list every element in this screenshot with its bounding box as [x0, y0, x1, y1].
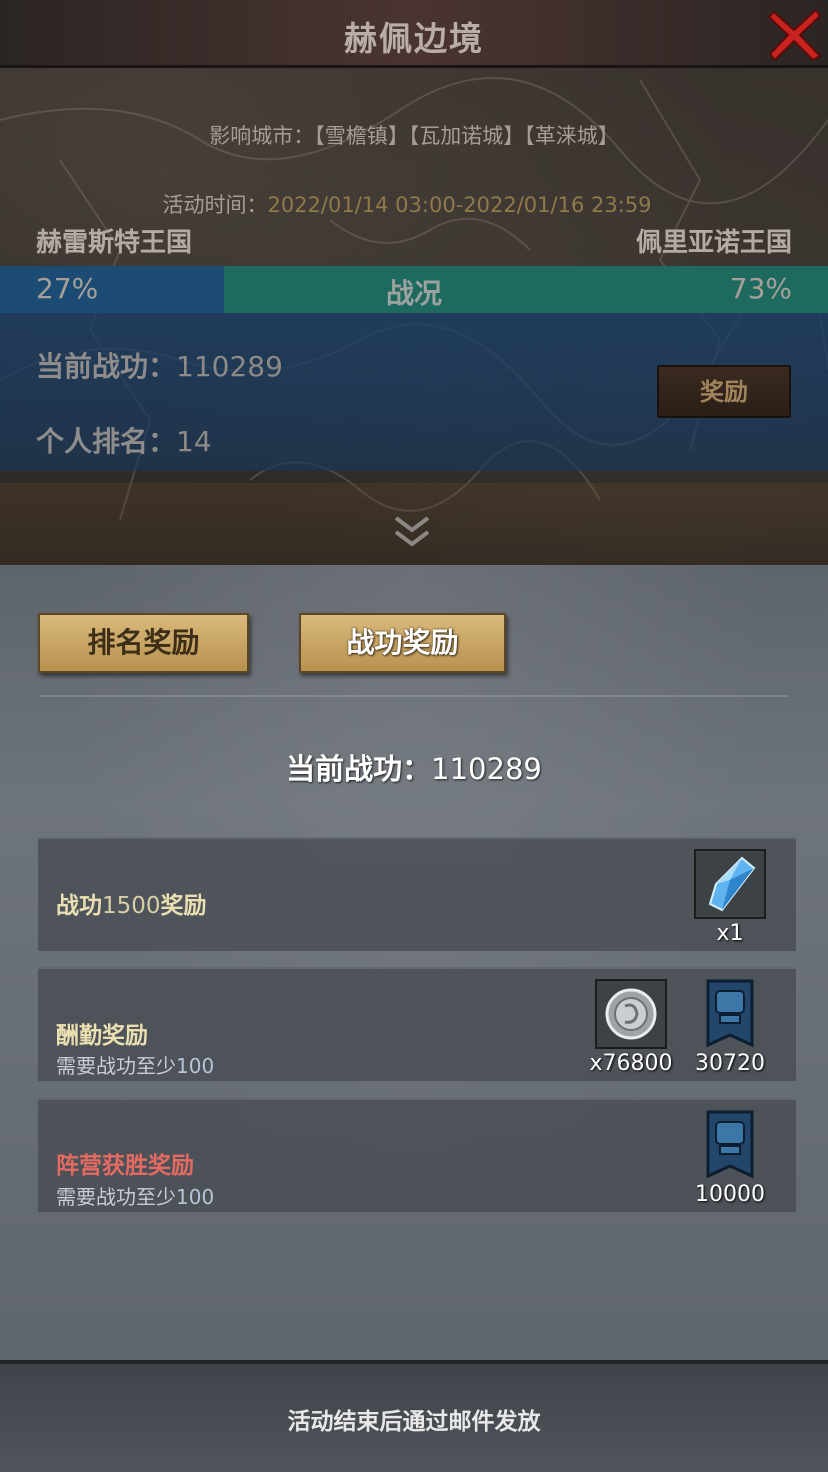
banner-icon	[694, 1110, 766, 1180]
time-label: 活动时间：	[162, 193, 268, 217]
personal-rank-stat: 个人排名：14	[36, 420, 212, 460]
reward-panel: 排名奖励 战功奖励 当前战功：110289 战功1500奖励 x1 酬勤奖励 需…	[0, 565, 828, 1360]
reward-item-banner[interactable]: 30720	[694, 979, 766, 1076]
reward-row-diligence: 酬勤奖励 需要战功至少100 x76800 30720	[38, 967, 796, 1081]
panel-current-merit: 当前战功：110289	[0, 746, 828, 788]
reward-item-banner[interactable]: 10000	[694, 1110, 766, 1207]
rank-label: 个人排名：	[36, 425, 177, 458]
reward-row-merit-1500: 战功1500奖励 x1	[38, 837, 796, 951]
cities-label: 影响城市：	[209, 124, 315, 148]
title-bar: 赫佩边境	[0, 0, 828, 68]
row-title-number: 1500	[102, 893, 161, 919]
reward-item-silver-coin[interactable]: x76800	[589, 979, 673, 1076]
close-button[interactable]	[760, 0, 828, 68]
requirement-prefix: 需要战功至少	[56, 1185, 176, 1209]
map-panel: 赫佩边境 影响城市：【雪檐镇】【瓦加诺城】【革涞城】 活动时间：2022/01/…	[0, 0, 828, 565]
item-count: 10000	[695, 1182, 765, 1207]
reward-row-faction-victory: 阵营获胜奖励 需要战功至少100 10000	[38, 1098, 796, 1212]
item-count: x1	[716, 921, 744, 946]
tab-rank-rewards[interactable]: 排名奖励	[38, 613, 249, 673]
row-title-suffix: 奖励	[160, 893, 207, 919]
close-icon	[767, 8, 822, 62]
merit-value: 110289	[176, 350, 283, 383]
row-title-prefix: 战功	[56, 893, 102, 919]
requirement-number: 100	[176, 1054, 215, 1078]
affected-cities: 影响城市：【雪檐镇】【瓦加诺城】【革涞城】	[0, 120, 828, 150]
rank-value: 14	[176, 425, 212, 458]
reward-item-crystal[interactable]: x1	[694, 849, 766, 946]
item-count: 30720	[695, 1051, 765, 1076]
requirement-number: 100	[176, 1185, 215, 1209]
panel-merit-value: 110289	[431, 752, 542, 786]
war-progress-bar: 27% 战况 73%	[0, 266, 828, 313]
cities-value: 【雪檐镇】【瓦加诺城】【革涞城】	[314, 124, 619, 148]
row-title: 酬勤奖励	[56, 1023, 148, 1049]
item-count: x76800	[589, 1051, 673, 1076]
crystal-icon	[694, 849, 766, 919]
reward-button[interactable]: 奖励	[657, 365, 791, 418]
row-requirement: 需要战功至少100	[56, 1181, 214, 1210]
merit-label: 当前战功：	[36, 350, 177, 383]
row-title: 战功1500奖励	[56, 886, 207, 920]
requirement-prefix: 需要战功至少	[56, 1054, 176, 1078]
footer-note: 活动结束后通过邮件发放	[287, 1409, 541, 1435]
page-title: 赫佩边境	[344, 19, 484, 58]
banner-icon	[694, 979, 766, 1049]
tab-divider	[40, 695, 788, 697]
time-value: 2022/01/14 03:00-2022/01/16 23:59	[267, 193, 652, 217]
right-kingdom-name: 佩里亚诺王国	[635, 228, 792, 258]
chevron-down-icon[interactable]	[392, 515, 432, 549]
tab-merit-rewards[interactable]: 战功奖励	[299, 613, 506, 673]
row-requirement: 需要战功至少100	[56, 1050, 214, 1079]
silver-coin-icon	[595, 979, 667, 1049]
current-merit-stat: 当前战功：110289	[36, 345, 283, 385]
row-title: 阵营获胜奖励	[56, 1153, 194, 1179]
footer: 活动结束后通过邮件发放	[0, 1360, 828, 1472]
panel-merit-label: 当前战功：	[286, 752, 432, 786]
left-kingdom-name: 赫雷斯特王国	[36, 228, 193, 258]
event-time: 活动时间：2022/01/14 03:00-2022/01/16 23:59	[0, 189, 821, 219]
war-status-label: 战况	[385, 277, 442, 310]
right-percent: 73%	[729, 272, 792, 305]
